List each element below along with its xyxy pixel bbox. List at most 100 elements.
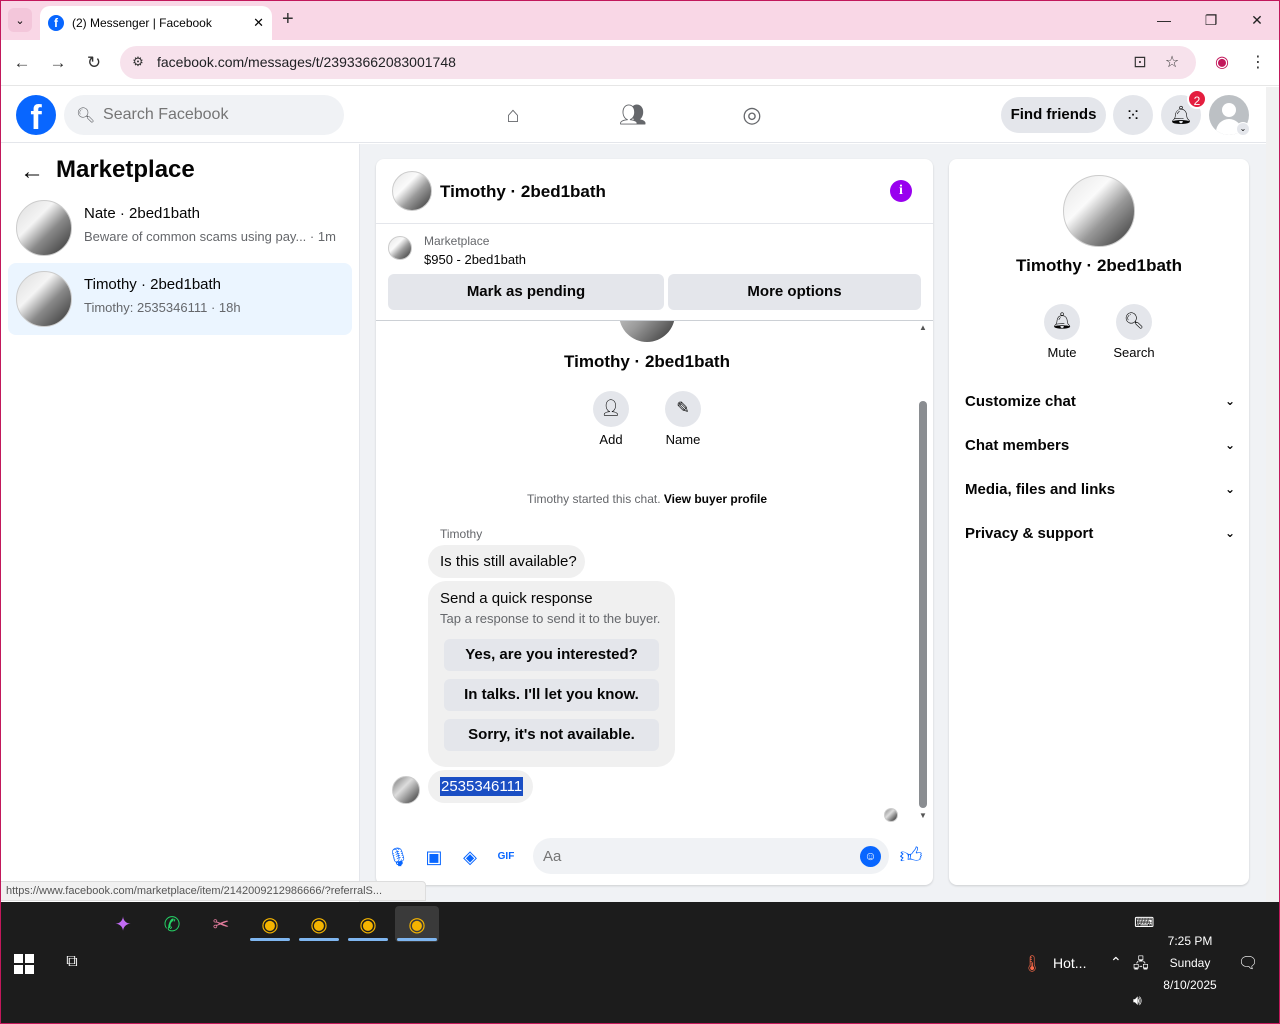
- whatsapp-icon[interactable]: ✆: [150, 906, 194, 942]
- chat-profile-name: Timothy · 2bed1bath: [564, 352, 730, 371]
- conversation-avatar: [16, 200, 72, 256]
- conversation-name: Nate · 2bed1bath: [84, 205, 200, 222]
- mute-bell-icon[interactable]: 🔔︎: [1044, 304, 1080, 340]
- divider: [376, 320, 933, 321]
- message-input[interactable]: [543, 838, 843, 874]
- sender-name: Timothy: [440, 527, 483, 541]
- quick-response-button[interactable]: In talks. I'll let you know.: [444, 679, 659, 711]
- groups-icon[interactable]: ◎: [737, 100, 767, 130]
- back-button[interactable]: ←: [10, 50, 34, 76]
- add-person-icon[interactable]: 👤︎: [593, 391, 629, 427]
- meet-now-icon[interactable]: ⌨: [1134, 914, 1154, 931]
- clock-time[interactable]: 7:25 PM: [1140, 934, 1240, 948]
- quick-response-button[interactable]: Yes, are you interested?: [444, 639, 659, 671]
- section-label: Media, files and links: [965, 480, 1116, 498]
- listing-price-title[interactable]: $950 - 2bed1bath: [424, 252, 526, 267]
- weather-thermometer-icon[interactable]: 🌡︎: [1022, 954, 1042, 974]
- profile-icon[interactable]: ◉: [1211, 52, 1233, 74]
- clock-date[interactable]: 8/10/2025: [1140, 978, 1240, 992]
- volume-icon[interactable]: 🔊︎: [1133, 992, 1142, 1009]
- conversation-preview: Timothy: 2535346111 · 18h: [84, 300, 241, 315]
- conversation-item[interactable]: Nate · 2bed1bath Beware of common scams …: [8, 192, 352, 264]
- message-bubble[interactable]: Is this still available?: [428, 545, 585, 578]
- chrome-profile-h-icon[interactable]: ◉: [248, 906, 292, 942]
- sender-avatar[interactable]: [392, 776, 420, 804]
- mark-as-pending-button[interactable]: Mark as pending: [388, 274, 664, 310]
- facebook-favicon-icon: f: [48, 15, 64, 31]
- started-text: Timothy started this chat.: [526, 492, 661, 506]
- minimize-button[interactable]: —: [1150, 8, 1178, 32]
- forward-button[interactable]: →: [46, 50, 70, 76]
- chat-members-section[interactable]: Chat members ⌄: [965, 431, 1235, 459]
- running-indicator: [397, 938, 437, 941]
- message-composer[interactable]: [533, 838, 889, 874]
- listing-source: Marketplace: [424, 234, 490, 248]
- facebook-search[interactable]: 🔍︎: [64, 95, 344, 135]
- notification-center-icon[interactable]: 🗨︎: [1238, 953, 1258, 973]
- menu-grid-icon[interactable]: ⁙: [1113, 95, 1153, 135]
- thumbs-up-icon[interactable]: 👍︎: [899, 843, 923, 869]
- divider: [376, 223, 933, 224]
- facebook-search-input[interactable]: [103, 106, 324, 124]
- seen-indicator-avatar: [884, 808, 898, 822]
- edit-pencil-icon[interactable]: ✎: [665, 391, 701, 427]
- details-name: Timothy · 2bed1bath: [1016, 256, 1182, 275]
- search-icon[interactable]: 🔍︎: [1116, 304, 1152, 340]
- sticker-icon[interactable]: ◈: [458, 845, 482, 869]
- tray-chevron-up-icon[interactable]: ⌃: [1110, 954, 1122, 971]
- home-icon[interactable]: ⌂: [498, 100, 528, 130]
- clock-day[interactable]: Sunday: [1140, 956, 1240, 970]
- snipping-tool-icon[interactable]: ✂: [199, 906, 243, 942]
- facebook-logo-icon[interactable]: f: [16, 95, 56, 137]
- chrome-profile-2-icon[interactable]: ◉: [297, 906, 341, 942]
- page-scrollbar[interactable]: [1266, 87, 1280, 902]
- chevron-down-icon[interactable]: ⌄: [1236, 122, 1250, 136]
- link-status-bar: https://www.facebook.com/marketplace/ite…: [0, 881, 426, 901]
- details-avatar[interactable]: [1063, 175, 1135, 247]
- customize-chat-section[interactable]: Customize chat ⌄: [965, 387, 1235, 415]
- find-friends-button[interactable]: Find friends: [1001, 97, 1106, 133]
- chat-started-notice: Timothy started this chat. View buyer pr…: [376, 492, 918, 506]
- windows-start-icon[interactable]: [14, 954, 34, 974]
- friends-icon[interactable]: 👥︎: [618, 100, 648, 130]
- scroll-down-arrow[interactable]: ▼: [918, 811, 928, 820]
- photo-icon[interactable]: ▣: [422, 845, 446, 869]
- back-arrow-icon[interactable]: ←: [20, 158, 44, 186]
- quick-response-button[interactable]: Sorry, it's not available.: [444, 719, 659, 751]
- media-files-links-section[interactable]: Media, files and links ⌄: [965, 475, 1235, 503]
- copilot-icon[interactable]: ✦: [101, 906, 145, 942]
- tab-close-icon[interactable]: ✕: [253, 15, 264, 31]
- microphone-icon[interactable]: 🎙︎: [386, 845, 410, 869]
- bookmark-star-icon[interactable]: ☆: [1161, 52, 1183, 74]
- reload-button[interactable]: ↻: [82, 50, 106, 76]
- chat-header-avatar[interactable]: [392, 171, 432, 211]
- url-text[interactable]: facebook.com/messages/t/2393366208300174…: [157, 54, 456, 70]
- install-app-icon[interactable]: ⊡: [1129, 52, 1151, 74]
- weather-text[interactable]: Hot...: [1053, 955, 1086, 971]
- gif-icon[interactable]: GIF: [494, 845, 518, 869]
- conversation-preview: Beware of common scams using pay... · 1m: [84, 229, 336, 244]
- privacy-support-section[interactable]: Privacy & support ⌄: [965, 519, 1235, 547]
- chrome-profile-active-icon[interactable]: ◉: [395, 906, 439, 942]
- restore-button[interactable]: ❐: [1197, 8, 1225, 32]
- message-text-selected[interactable]: 2535346111: [440, 777, 524, 796]
- view-buyer-profile-link[interactable]: View buyer profile: [664, 492, 767, 506]
- chat-header-title[interactable]: Timothy · 2bed1bath: [440, 182, 606, 202]
- scroll-up-arrow[interactable]: ▲: [918, 323, 928, 332]
- more-options-button[interactable]: More options: [668, 274, 921, 310]
- name-label: Name: [665, 432, 701, 447]
- browser-menu-icon[interactable]: ⋮: [1247, 52, 1269, 74]
- conversation-item-selected[interactable]: Timothy · 2bed1bath Timothy: 2535346111 …: [8, 263, 352, 335]
- close-window-button[interactable]: ✕: [1243, 8, 1271, 32]
- section-label: Privacy & support: [965, 524, 1094, 542]
- task-view-icon[interactable]: ⧉: [62, 952, 82, 972]
- chat-scrollbar-thumb[interactable]: [919, 401, 927, 808]
- site-info-icon[interactable]: ⚙: [129, 53, 147, 71]
- tab-search-dropdown[interactable]: ⌄: [8, 8, 32, 32]
- info-icon[interactable]: i: [890, 180, 912, 202]
- emoji-icon[interactable]: ☺: [860, 846, 881, 867]
- tab-messenger[interactable]: f (2) Messenger | Facebook ✕: [40, 6, 272, 40]
- listing-thumbnail[interactable]: [388, 236, 412, 260]
- chrome-profile-3-icon[interactable]: ◉: [346, 906, 390, 942]
- new-tab-button[interactable]: +: [282, 8, 302, 32]
